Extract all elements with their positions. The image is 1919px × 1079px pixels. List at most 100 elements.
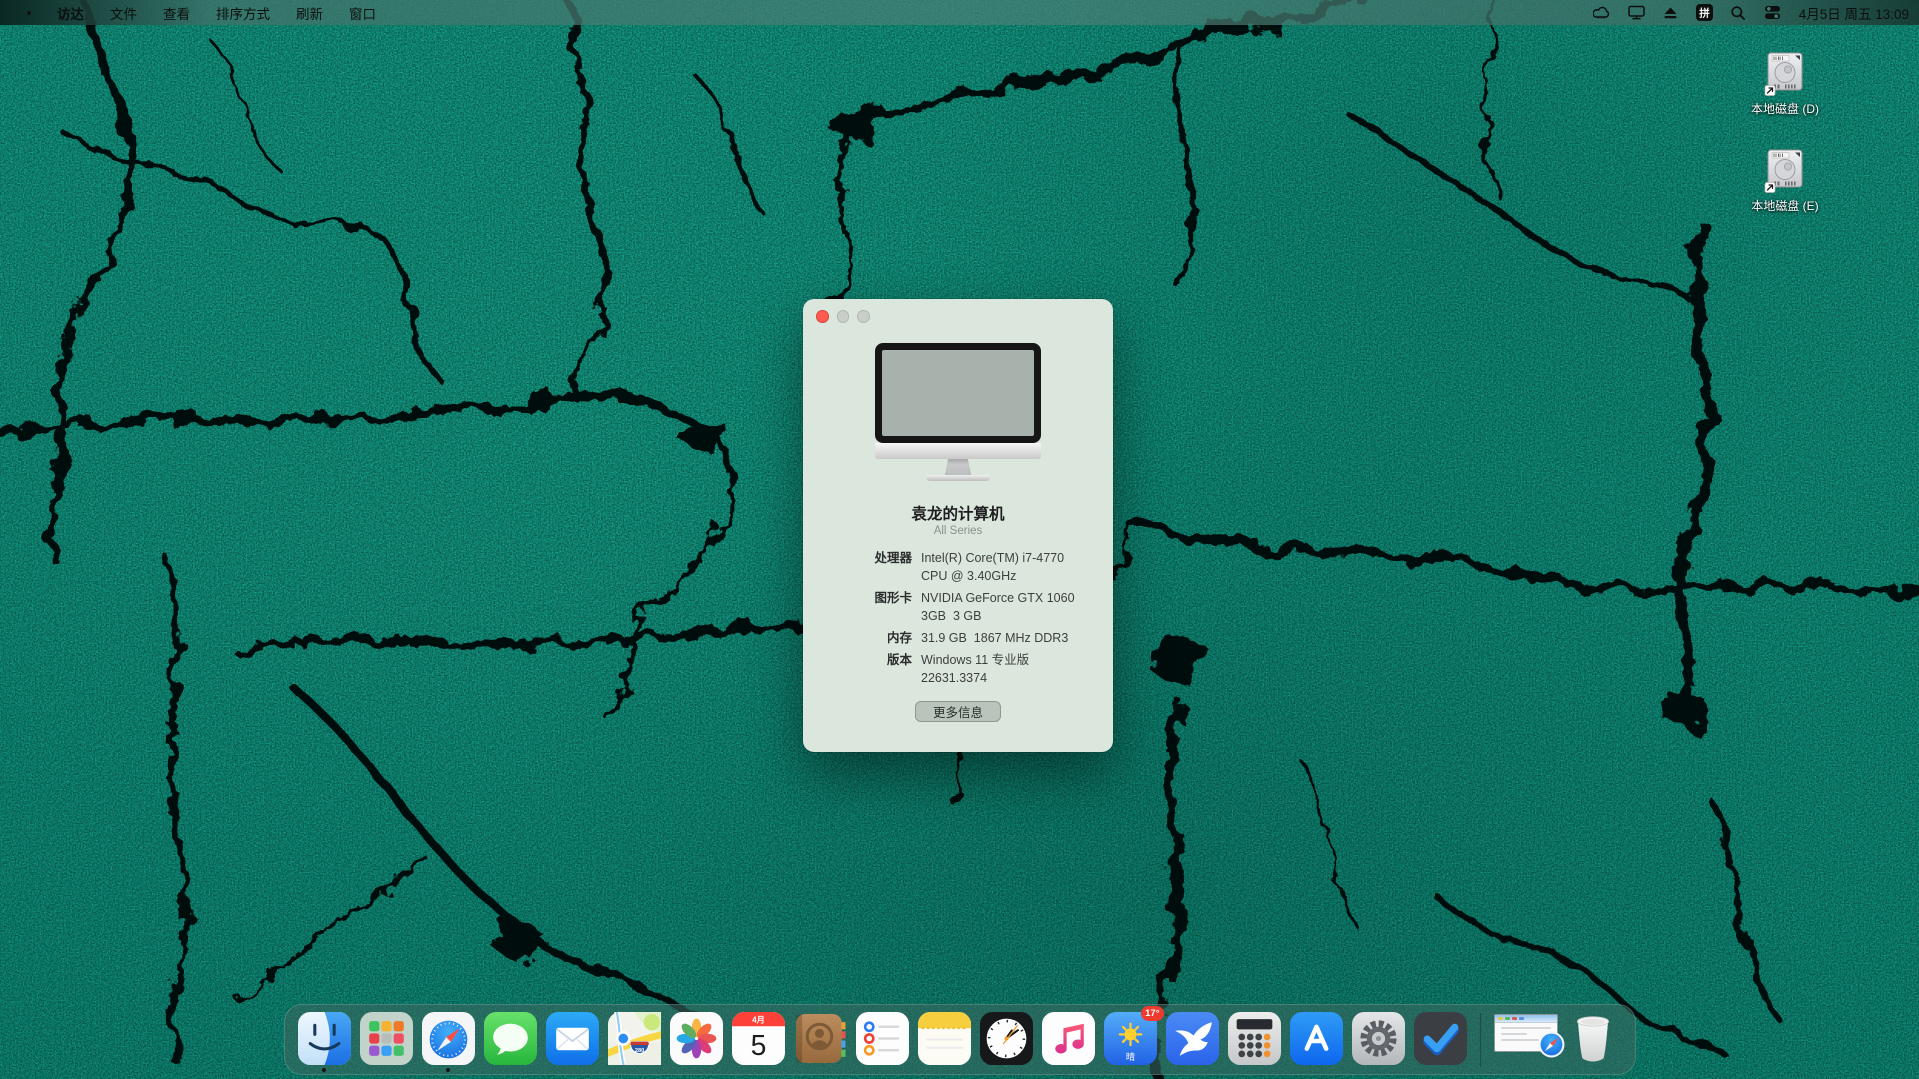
app-store-icon: [1290, 1012, 1343, 1065]
svg-text:5: 5: [750, 1030, 766, 1062]
desktop-icon-label: 本地磁盘 (D): [1751, 100, 1819, 117]
settings-gear-icon: [1352, 1012, 1405, 1065]
control-center-icon[interactable]: [1759, 0, 1786, 25]
mail-icon: [546, 1012, 599, 1065]
safari-icon: [422, 1012, 475, 1065]
menu-item-refresh[interactable]: 刷新: [283, 0, 336, 25]
dock-item-photos[interactable]: [670, 1012, 723, 1065]
spec-value-gpu: NVIDIA GeForce GTX 10603GB 3 GB: [921, 589, 1103, 625]
desktop-icon-disk-d[interactable]: 本地磁盘 (D): [1725, 52, 1845, 117]
dock-item-todo[interactable]: [1414, 1012, 1467, 1065]
calendar-icon: 4月 5: [732, 1012, 785, 1065]
reminders-icon: [856, 1012, 909, 1065]
dock-item-thunder[interactable]: [1166, 1012, 1219, 1065]
spec-label-cpu: 处理器: [803, 549, 912, 585]
svg-text:拼: 拼: [1699, 6, 1710, 19]
menu-bar-left: 访达 文件 查看 排序方式 刷新 窗口: [0, 0, 389, 25]
dock-item-contacts[interactable]: [794, 1012, 847, 1065]
imac-chin: [875, 443, 1041, 459]
dock-item-maps[interactable]: 280: [608, 1012, 661, 1065]
photos-icon: [670, 1012, 723, 1065]
spec-value-version: Windows 11 专业版22631.3374: [921, 651, 1103, 687]
hard-disk-icon: [1764, 149, 1806, 193]
todo-checkmark-icon: [1414, 1012, 1467, 1065]
input-method-icon[interactable]: 拼: [1691, 0, 1718, 25]
menu-item-window[interactable]: 窗口: [336, 0, 389, 25]
menu-bar-status-area: 拼 4月5日 周五 13:09: [1589, 0, 1919, 25]
apple-logo-icon: [27, 4, 31, 21]
weather-temperature-badge: 17°: [1141, 1006, 1163, 1021]
dock-item-music[interactable]: [1042, 1012, 1095, 1065]
launchpad-icon: [360, 1012, 413, 1065]
svg-text:晴: 晴: [1125, 1051, 1134, 1062]
minimized-window-titlebar: [1495, 1015, 1557, 1023]
cloud-icon[interactable]: [1589, 0, 1616, 25]
dock-item-safari[interactable]: [422, 1012, 475, 1065]
imac-illustration: [875, 343, 1041, 481]
notes-icon: [918, 1012, 971, 1065]
apple-menu[interactable]: [14, 0, 44, 25]
dock-item-finder[interactable]: [298, 1012, 351, 1065]
dock-item-clock[interactable]: [980, 1012, 1033, 1065]
thunder-bird-icon: [1166, 1012, 1219, 1065]
computer-model: All Series: [803, 525, 1113, 537]
music-icon: [1042, 1012, 1095, 1065]
desktop-icon-label: 本地磁盘 (E): [1751, 197, 1818, 214]
running-indicator: [446, 1068, 450, 1072]
dock-item-launchpad[interactable]: [360, 1012, 413, 1065]
svg-text:4月: 4月: [752, 1016, 765, 1025]
dock-item-calendar[interactable]: 4月 5: [732, 1012, 785, 1065]
window-controls: [816, 310, 870, 323]
menu-item-sort[interactable]: 排序方式: [203, 0, 283, 25]
close-button[interactable]: [816, 310, 829, 323]
clock-icon: [980, 1012, 1033, 1065]
display-icon[interactable]: [1623, 0, 1650, 25]
maps-icon: 280: [608, 1012, 661, 1065]
eject-icon[interactable]: [1657, 0, 1684, 25]
dock-item-minimized-window[interactable]: [1494, 1014, 1558, 1052]
spec-label-memory: 内存: [803, 629, 912, 647]
shortcut-arrow-badge: [1765, 183, 1775, 193]
menubar-clock[interactable]: 4月5日 周五 13:09: [1793, 3, 1909, 23]
spec-value-memory: 31.9 GB 1867 MHz DDR3: [921, 629, 1103, 647]
imac-stand-base: [926, 475, 990, 481]
minimize-button[interactable]: [837, 310, 850, 323]
zoom-button[interactable]: [857, 310, 870, 323]
messages-icon: [484, 1012, 537, 1065]
running-indicator: [322, 1068, 326, 1072]
dock-item-reminders[interactable]: [856, 1012, 909, 1065]
dock-item-trash[interactable]: [1569, 1012, 1622, 1065]
dock-item-app-store[interactable]: [1290, 1012, 1343, 1065]
more-info-button[interactable]: 更多信息: [915, 701, 1001, 722]
menu-item-finder[interactable]: 访达: [44, 0, 97, 25]
dock-item-calculator[interactable]: [1228, 1012, 1281, 1065]
shortcut-arrow-badge: [1765, 86, 1775, 96]
about-this-computer-window: 袁龙的计算机 All Series 处理器 Intel(R) Core(TM) …: [803, 299, 1113, 752]
spec-label-gpu: 图形卡: [803, 589, 912, 625]
spec-value-cpu: Intel(R) Core(TM) i7-4770CPU @ 3.40GHz: [921, 549, 1103, 585]
dock-item-messages[interactable]: [484, 1012, 537, 1065]
dock: 280 4月 5: [284, 1004, 1636, 1075]
computer-name: 袁龙的计算机: [803, 502, 1113, 524]
spec-table: 处理器 Intel(R) Core(TM) i7-4770CPU @ 3.40G…: [803, 549, 1103, 687]
spec-label-version: 版本: [803, 651, 912, 687]
dock-item-mail[interactable]: [546, 1012, 599, 1065]
menu-item-file[interactable]: 文件: [97, 0, 150, 25]
calculator-icon: [1228, 1012, 1281, 1065]
imac-stand-neck: [945, 459, 971, 475]
dock-item-notes[interactable]: [918, 1012, 971, 1065]
finder-icon: [298, 1012, 351, 1065]
safari-badge-icon: [1538, 1031, 1565, 1063]
desktop-icon-disk-e[interactable]: 本地磁盘 (E): [1725, 149, 1845, 214]
menu-item-view[interactable]: 查看: [150, 0, 203, 25]
contacts-icon: [794, 1012, 847, 1065]
trash-icon: [1569, 1012, 1617, 1067]
dock-item-weather[interactable]: 晴 17°: [1104, 1012, 1157, 1065]
hard-disk-icon: [1764, 52, 1806, 96]
dock-divider: [1480, 1013, 1481, 1067]
menu-bar: 访达 文件 查看 排序方式 刷新 窗口 拼 4月5日 周五 13:09: [0, 0, 1919, 25]
imac-screen: [875, 343, 1041, 443]
svg-text:280: 280: [634, 1048, 643, 1054]
search-icon[interactable]: [1725, 0, 1752, 25]
dock-item-system-settings[interactable]: [1352, 1012, 1405, 1065]
